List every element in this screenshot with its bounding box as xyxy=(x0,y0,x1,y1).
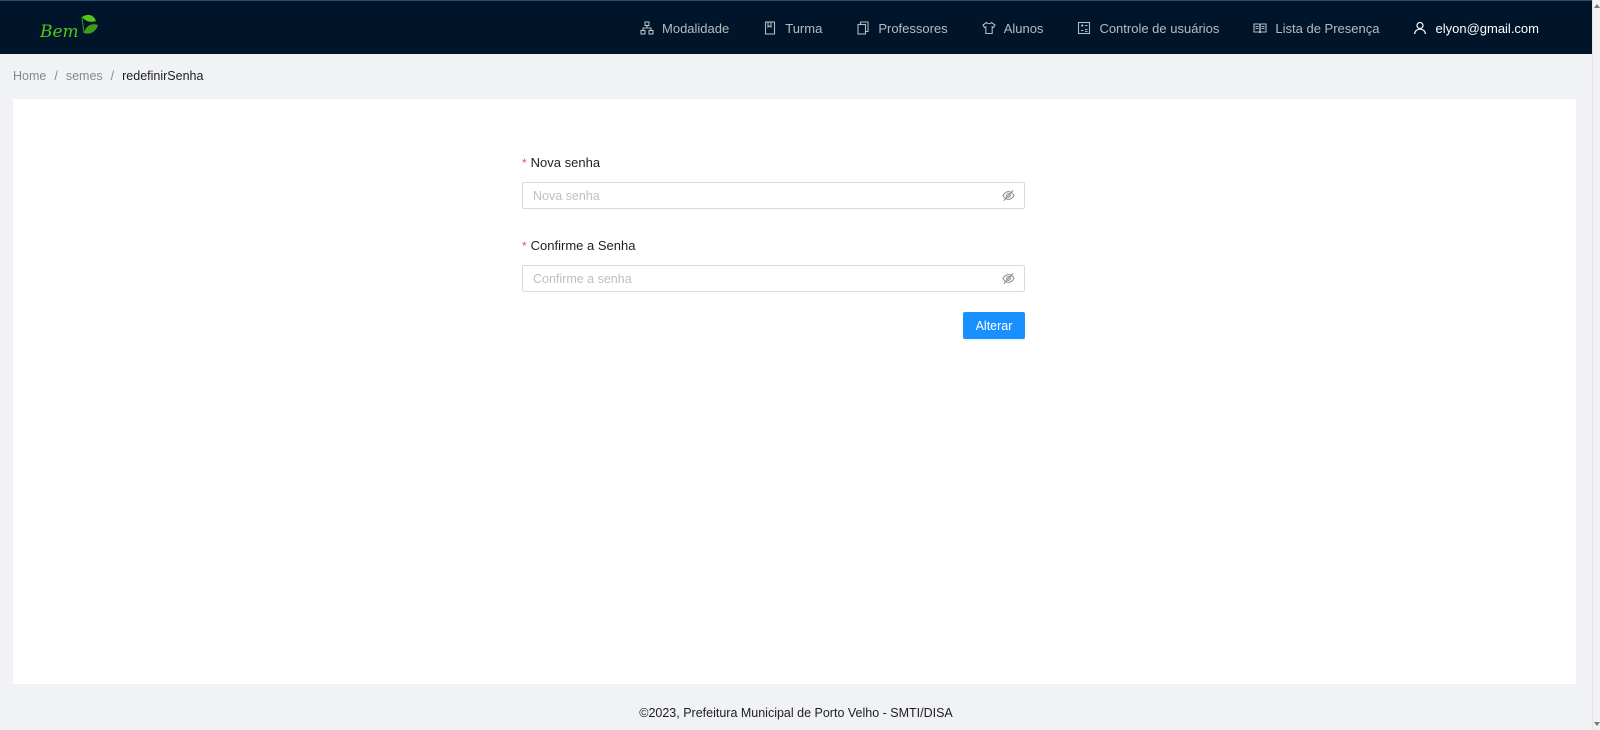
breadcrumb-separator: / xyxy=(54,69,58,83)
menu-item-turma[interactable]: Turma xyxy=(746,1,839,55)
menu-item-alunos[interactable]: Alunos xyxy=(965,1,1061,55)
read-icon xyxy=(1253,23,1267,34)
required-mark: * xyxy=(522,156,527,170)
logo-text: Bem xyxy=(39,22,79,42)
user-icon xyxy=(1414,21,1427,35)
user-menu[interactable]: elyon@gmail.com xyxy=(1396,1,1539,55)
menu-item-professores[interactable]: Professores xyxy=(839,1,964,55)
new-password-label: * Nova senha xyxy=(522,154,1025,172)
menu-label: Lista de Presença xyxy=(1275,20,1380,36)
copy-icon xyxy=(857,21,869,35)
user-email: elyon@gmail.com xyxy=(1435,20,1539,36)
breadcrumb-separator: / xyxy=(110,69,115,83)
breadcrumb-semes[interactable]: semes xyxy=(66,69,103,83)
new-password-label-text: Nova senha xyxy=(530,155,601,170)
calculator-icon xyxy=(1078,21,1091,35)
scroll-up-arrow-icon[interactable] xyxy=(1594,4,1600,8)
footer-text: ©2023, Prefeitura Municipal de Porto Vel… xyxy=(639,706,953,720)
new-password-input[interactable] xyxy=(523,183,983,208)
menu-label: Controle de usuários xyxy=(1099,20,1220,36)
top-navbar: Bem Modalidade Turma Professores Alunos … xyxy=(0,0,1592,54)
confirm-password-label: * Confirme a Senha xyxy=(522,237,1025,255)
menu-item-modalidade[interactable]: Modalidade xyxy=(623,1,746,55)
menu-item-controle-usuarios[interactable]: Controle de usuários xyxy=(1060,1,1236,55)
breadcrumb: Home / semes / redefinirSenha xyxy=(13,69,203,83)
main-menu: Modalidade Turma Professores Alunos Cont… xyxy=(623,1,1592,55)
form-actions: Alterar xyxy=(522,312,1025,339)
confirm-password-input-wrapper xyxy=(522,265,1025,292)
confirm-password-input[interactable] xyxy=(523,266,983,291)
page: Bem Modalidade Turma Professores Alunos … xyxy=(0,0,1600,730)
menu-label: Turma xyxy=(785,20,823,36)
page-scrollbar[interactable] xyxy=(1592,0,1600,730)
required-mark: * xyxy=(522,239,527,253)
new-password-input-wrapper xyxy=(522,182,1025,209)
eye-invisible-icon[interactable] xyxy=(1002,189,1015,202)
breadcrumb-current: redefinirSenha xyxy=(122,69,204,83)
app-logo[interactable]: Bem xyxy=(38,11,100,45)
alterar-button[interactable]: Alterar xyxy=(963,312,1025,339)
reset-password-form: * Nova senha * Confirme a Senha Alterar xyxy=(522,154,1025,339)
menu-label: Professores xyxy=(878,20,948,36)
menu-label: Alunos xyxy=(1003,20,1044,36)
content-card: * Nova senha * Confirme a Senha Alterar xyxy=(13,99,1576,684)
scroll-down-arrow-icon[interactable] xyxy=(1594,722,1600,726)
book-icon xyxy=(765,21,776,35)
eye-invisible-icon[interactable] xyxy=(1002,272,1015,285)
menu-label: Modalidade xyxy=(662,20,730,36)
sitemap-icon xyxy=(640,21,654,35)
breadcrumb-home[interactable]: Home xyxy=(13,69,46,83)
menu-item-lista-presenca[interactable]: Lista de Presença xyxy=(1236,1,1396,55)
confirm-password-label-text: Confirme a Senha xyxy=(530,238,636,253)
shirt-icon xyxy=(981,21,996,35)
